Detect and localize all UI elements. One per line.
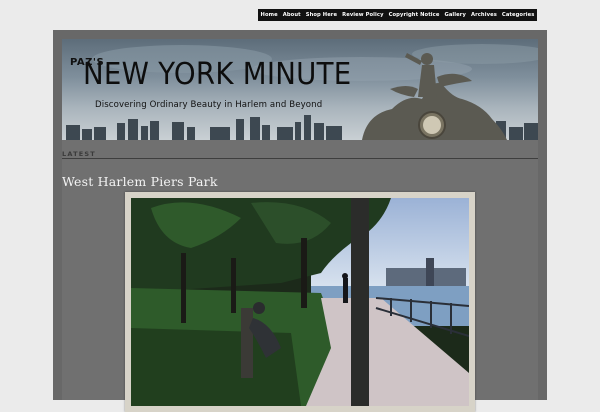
page-container: PAZ'S NEW YORK MINUTE Discovering Ordina… <box>53 30 547 412</box>
nav-about[interactable]: About <box>283 12 301 18</box>
nav-review-policy[interactable]: Review Policy <box>342 12 383 18</box>
site-tagline: Discovering Ordinary Beauty in Harlem an… <box>95 100 323 110</box>
site-title: NEW YORK MINUTE <box>83 57 352 92</box>
content-area: PAZ'S NEW YORK MINUTE Discovering Ordina… <box>62 39 538 412</box>
nav-shop-here[interactable]: Shop Here <box>306 12 337 18</box>
nav-home[interactable]: Home <box>261 12 278 18</box>
nav-archives[interactable]: Archives <box>471 12 497 18</box>
section-label: LATEST <box>62 150 96 158</box>
top-navigation: Home About Shop Here Review Policy Copyr… <box>258 9 537 21</box>
nav-copyright-notice[interactable]: Copyright Notice <box>389 12 440 18</box>
nav-gallery[interactable]: Gallery <box>444 12 465 18</box>
post-image[interactable] <box>125 192 475 412</box>
park-photo <box>131 198 469 406</box>
header-banner[interactable]: PAZ'S NEW YORK MINUTE Discovering Ordina… <box>62 39 538 140</box>
nav-categories[interactable]: Categories <box>502 12 535 18</box>
section-divider <box>62 158 538 159</box>
post-title-link[interactable]: West Harlem Piers Park <box>62 174 218 189</box>
